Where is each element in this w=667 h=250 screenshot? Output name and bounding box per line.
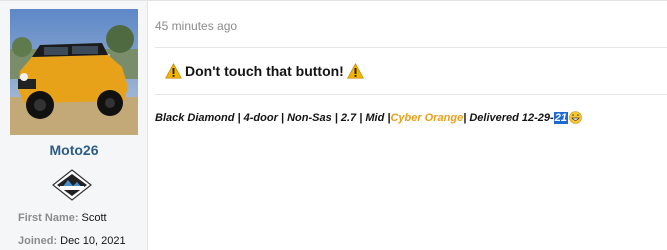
grinning-face-icon bbox=[569, 111, 582, 124]
first-name-value: Scott bbox=[81, 212, 107, 224]
message-column: 45 minutes ago Don't touch that button! bbox=[148, 1, 667, 250]
first-name-label: First Name: bbox=[18, 212, 79, 224]
signature-text-2: | Delivered 12-29- bbox=[463, 111, 554, 124]
message-text: Don't touch that button! bbox=[185, 63, 344, 79]
post-container: Moto26 First Name: Scott Joined: Dec 10, 2… bbox=[0, 0, 667, 250]
signature: Black Diamond | 4-door | Non-Sas | 2.7 |… bbox=[155, 111, 582, 124]
user-info-column: Moto26 First Name: Scott Joined: Dec 10, 2… bbox=[0, 1, 148, 250]
warning-icon bbox=[346, 63, 364, 79]
selected-text: 21 bbox=[553, 111, 568, 124]
message-body: Don't touch that button! bbox=[165, 63, 364, 79]
joined-value: Dec 10, 2021 bbox=[60, 235, 126, 247]
joined-label: Joined: bbox=[18, 235, 58, 247]
post-timestamp[interactable]: 45 minutes ago bbox=[155, 19, 237, 33]
warning-icon bbox=[165, 63, 182, 79]
divider bbox=[155, 47, 667, 48]
avatar[interactable] bbox=[10, 9, 138, 135]
joined-field: Joined: Dec 10, 2021 bbox=[18, 235, 126, 247]
avatar-image bbox=[10, 9, 138, 135]
signature-text: Black Diamond | 4-door | Non-Sas | 2.7 |… bbox=[155, 111, 391, 124]
username-link[interactable]: Moto26 bbox=[0, 142, 148, 158]
signature-divider bbox=[155, 94, 667, 95]
signature-color-text: Cyber Orange bbox=[390, 111, 464, 124]
first-name-field: First Name: Scott bbox=[18, 212, 107, 224]
black-diamond-badge-icon bbox=[52, 169, 92, 201]
